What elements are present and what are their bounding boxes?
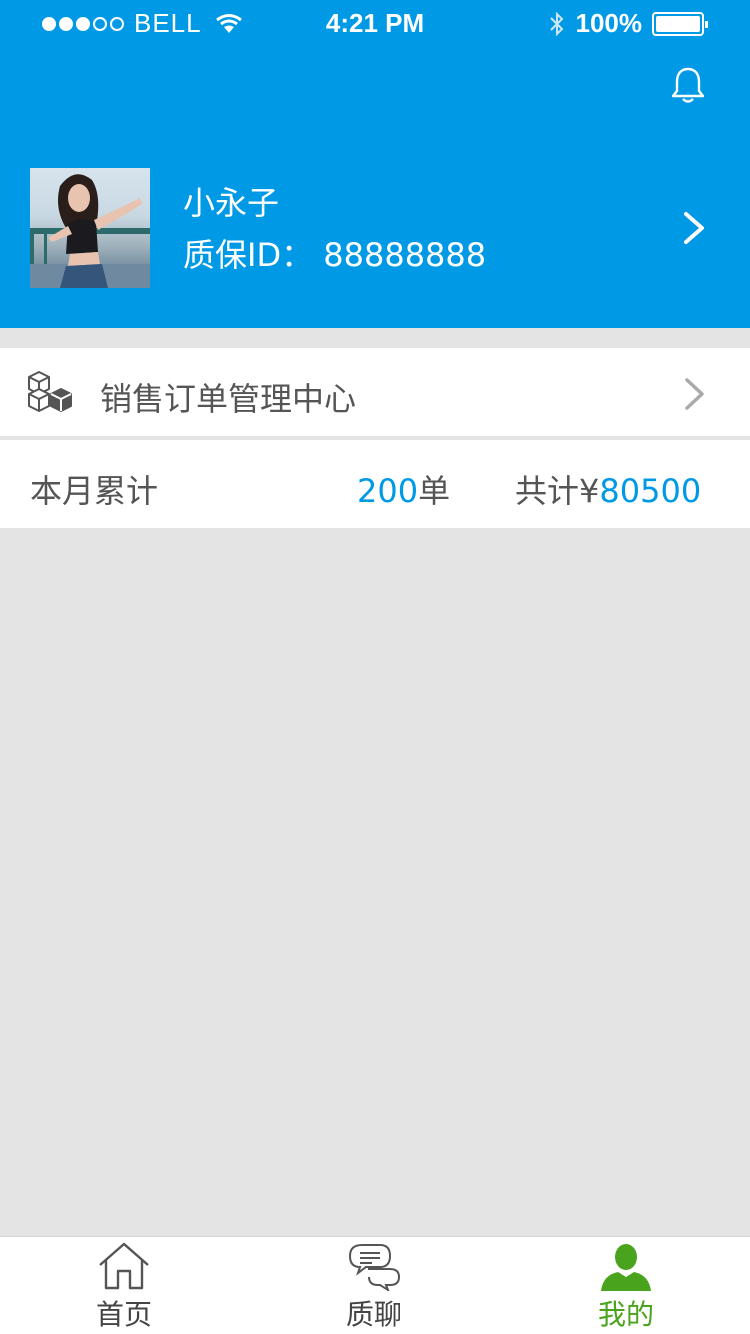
bluetooth-icon [549,11,563,36]
chevron-right-icon[interactable] [680,208,708,248]
month-total-label: 本月累计 [30,472,159,510]
bell-icon[interactable] [670,66,706,106]
battery-percent: 100% [575,8,643,38]
user-icon [601,1244,651,1291]
tab-mine[interactable]: 我的 [566,1237,686,1334]
battery-icon [652,11,708,36]
sales-order-center-row[interactable]: 销售订单管理中心 [0,348,750,436]
home-icon [99,1242,149,1290]
bottom-tab-bar: 首页 质聊 我的 [0,1236,750,1334]
status-bar: BELL 4:21 PM 100% [0,0,750,44]
chat-icon [348,1244,401,1291]
tab-home-label: 首页 [95,1298,152,1331]
tab-home[interactable]: 首页 [64,1237,184,1334]
status-right: 100% [548,8,708,39]
avatar[interactable] [30,168,150,288]
total-amount: 共计¥80500 [515,466,701,512]
orders-count-unit: 单 [418,472,451,510]
order-center-label: 销售订单管理中心 [100,380,357,418]
orders-count: 200单 [357,466,450,512]
boxes-icon [28,371,72,412]
tab-mine-label: 我的 [597,1298,654,1331]
chevron-right-icon [685,378,704,410]
monthly-summary-row: 本月累计 200单 共计¥80500 [0,440,750,528]
total-amount-value: 80500 [599,472,702,510]
tab-chat[interactable]: 质聊 [314,1237,434,1334]
profile-card[interactable]: 小永子 质保ID： 88888888 [0,168,750,290]
orders-count-value: 200 [357,472,419,510]
user-name: 小永子 [183,184,280,222]
user-id: 质保ID： 88888888 [183,236,487,274]
profile-header: BELL 4:21 PM 100% 小永子 质保ID： 88888888 [0,0,750,328]
total-prefix: 共计¥ [515,472,600,510]
tab-chat-label: 质聊 [345,1298,402,1331]
